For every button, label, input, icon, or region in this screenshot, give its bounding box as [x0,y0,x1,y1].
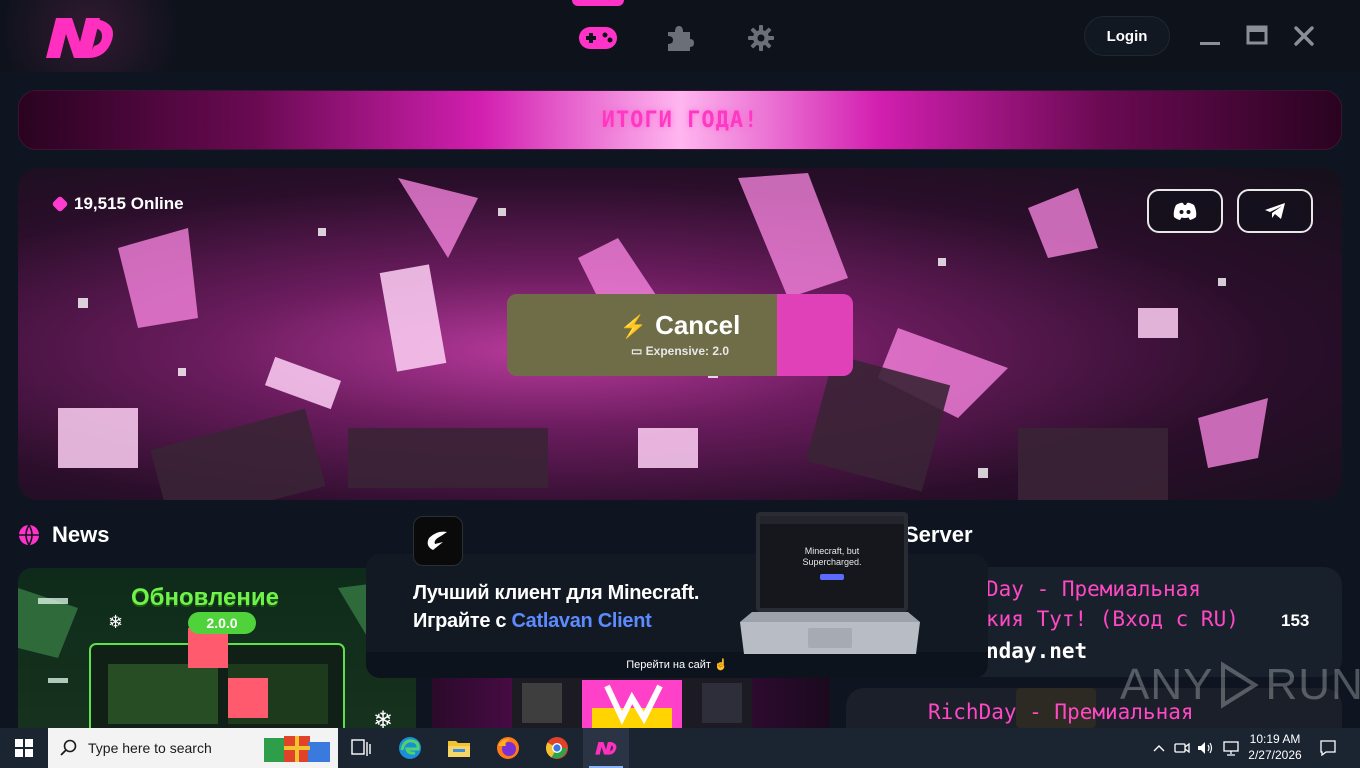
clock-date: 2/27/2026 [1248,748,1302,762]
start-button[interactable] [0,728,48,768]
chrome-icon [546,737,568,759]
globe-icon [19,524,39,546]
ad-cta-text: Перейти на сайт [626,659,711,671]
online-counter: 19,515 Online [51,194,184,214]
windows-taskbar: Type here to search 10:19 AM 2/27/2026 [0,728,1360,768]
catlavan-logo-icon [413,516,463,566]
login-button[interactable]: Login [1084,16,1170,56]
search-icon [60,739,77,756]
windows-logo-icon [15,739,33,757]
online-count-text: 19,515 Online [74,194,184,213]
lightning-icon: ⚡ [619,314,648,339]
ad-headline-line1: Лучший клиент для Minecraft. [413,582,700,604]
notification-icon [1320,740,1336,756]
news-header: News [18,522,109,548]
launch-button-label-row: ⚡ Cancel [507,310,853,341]
file-explorer-icon [448,741,470,757]
chevron-up-icon [1153,745,1165,752]
launch-button-label: Cancel [655,310,741,340]
network-icon [1223,741,1239,756]
taskbar-app-launcher[interactable] [583,728,629,768]
server-name-line1: Day - Премиальная [986,577,1201,601]
laptop-text-1: Minecraft, but [805,546,860,556]
camera-icon [1174,742,1190,754]
taskbar-app-firefox[interactable] [485,728,531,768]
close-icon [1294,26,1314,46]
tab-mods[interactable] [660,20,700,56]
taskbar-clock[interactable]: 10:19 AM 2/27/2026 [1244,731,1306,763]
taskbar-search[interactable]: Type here to search [48,728,338,768]
discord-icon [1173,202,1197,220]
ad-cta-link[interactable]: Перейти на сайт ☝ [366,658,988,671]
speaker-icon [1198,742,1213,754]
tab-settings[interactable] [741,20,781,56]
year-summary-banner[interactable]: ИТОГИ ГОДА! [18,90,1342,150]
notification-button[interactable] [1314,728,1342,768]
search-placeholder: Type here to search [88,740,212,756]
telegram-button[interactable] [1237,189,1313,233]
minimize-icon [1200,42,1220,45]
nursultan-app-icon [595,742,617,755]
play-triangle-icon [1221,661,1260,709]
tray-network-button[interactable] [1220,728,1242,768]
task-view-button[interactable] [338,728,384,768]
pointer-hand-icon: ☝ [714,659,728,671]
launch-cancel-button[interactable]: ⚡ Cancel ▭ Expensive: 2.0 [507,294,853,376]
telegram-icon [1265,203,1285,219]
discord-button[interactable] [1147,189,1223,233]
banner-text: ИТОГИ ГОДА! [601,107,759,133]
clock-time: 10:19 AM [1249,732,1301,746]
taskbar-app-edge[interactable] [387,728,433,768]
gift-icon [264,736,330,762]
hero-panel: 19,515 Online ⚡ Cancel ▭ Expensive: 2.0 [18,168,1342,500]
server-player-count: 153 [1281,611,1310,630]
news-card-title: Обновление [131,584,279,611]
taskbar-app-file-explorer[interactable] [436,728,482,768]
laptop-text-2: Supercharged. [802,557,861,567]
firefox-icon [497,737,519,759]
app-logo[interactable] [42,12,118,62]
puzzle-icon [668,26,694,51]
selected-version-label: Expensive: 2.0 [645,344,730,358]
news-card-version-badge: 2.0.0 [188,612,256,634]
ad-highlight-link[interactable]: Catlavan Client [512,610,652,632]
anyrun-watermark: ANY RUN [1120,660,1360,710]
gear-icon [748,25,774,51]
task-view-icon [351,739,371,756]
maximize-icon [1246,25,1268,45]
tray-overflow-button[interactable] [1150,728,1168,768]
watermark-text-right: RUN [1265,660,1360,709]
online-indicator-icon [51,195,69,213]
close-button[interactable] [1289,22,1319,50]
tab-play[interactable] [572,0,624,56]
title-bar: Login [0,0,1360,72]
version-card-icon: ▭ [630,344,646,358]
server-name-line2: кия Тут! (Вход с RU) [986,607,1239,631]
snowflake-icon: ❄ [108,612,123,632]
selected-version-row: ▭ Expensive: 2.0 [507,344,853,358]
edge-icon [399,737,421,759]
minimize-button[interactable] [1195,22,1225,50]
taskbar-app-chrome[interactable] [534,728,580,768]
ad-laptop-image: Minecraft, but Supercharged. [740,512,920,654]
gamepad-icon [579,27,617,49]
tray-volume-button[interactable] [1196,728,1216,768]
tray-meet-button[interactable] [1172,728,1192,768]
maximize-button[interactable] [1242,22,1272,50]
ad-headline-line2: Играйте с Catlavan Client [413,610,652,633]
server-address: nday.net [986,639,1088,663]
ad-line2-prefix: Играйте с [413,610,512,632]
watermark-text-left: ANY [1120,660,1214,709]
news-card[interactable]: ❄ ❄ Обновление 2.0.0 [18,568,416,738]
news-title: News [52,522,110,547]
